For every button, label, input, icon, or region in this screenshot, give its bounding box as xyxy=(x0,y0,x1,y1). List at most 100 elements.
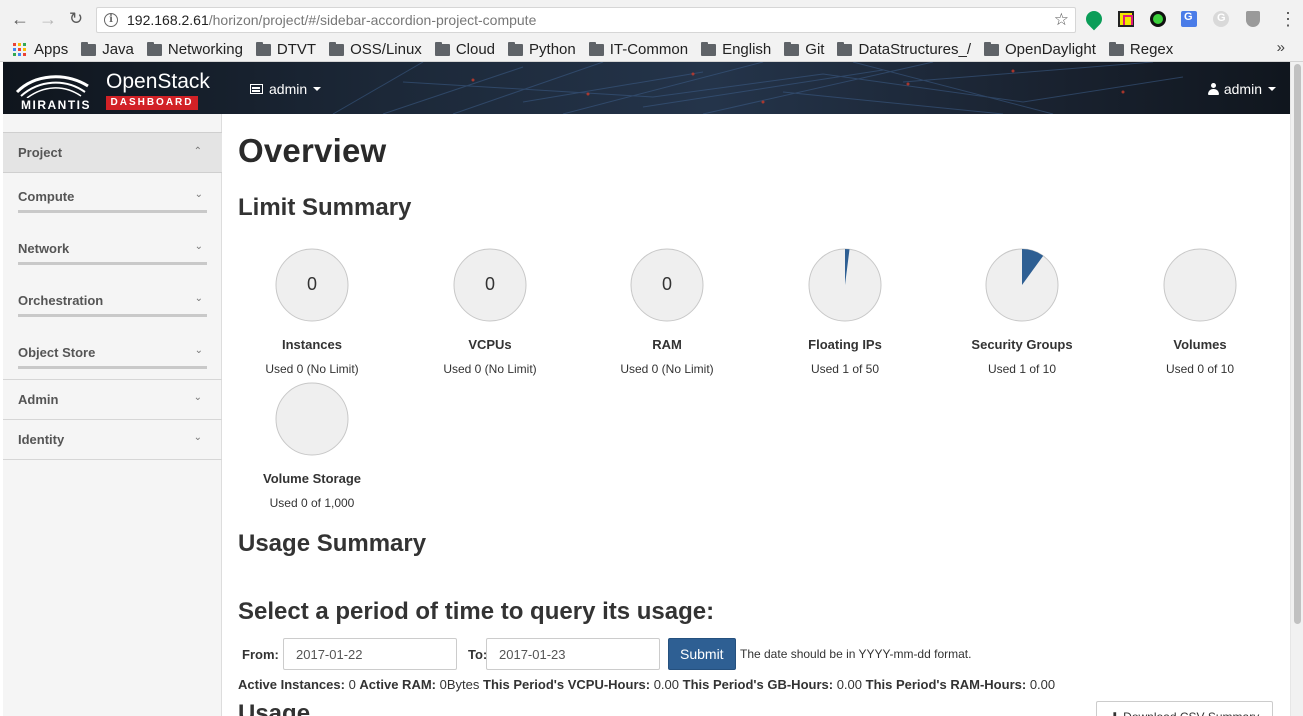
usage-heading: Usage xyxy=(238,700,311,716)
bookmark-folder[interactable]: English xyxy=(701,41,771,58)
pie-chart xyxy=(275,382,349,456)
sidebar-dashboard-admin[interactable]: Admin ⌄ xyxy=(3,380,222,420)
extension-pi-icon[interactable] xyxy=(1118,11,1134,27)
sidebar-item-object-store[interactable]: Object Store ⌄ xyxy=(18,344,207,372)
bookmarks-bar: Apps Java Networking DTVT OSS/Linux Clou… xyxy=(0,38,1303,62)
back-arrow-icon[interactable]: ← xyxy=(9,8,31,30)
pie-chart xyxy=(808,248,882,322)
sidebar-dashboard-project[interactable]: Project ⌃ xyxy=(3,132,222,173)
bookmark-folder[interactable]: Regex xyxy=(1108,41,1173,58)
pie-usage-text: Used 0 of 10 xyxy=(1165,362,1235,376)
bookmark-folder[interactable]: Python xyxy=(508,41,576,58)
extension-grammarly-icon[interactable] xyxy=(1213,11,1229,27)
user-menu-label: admin xyxy=(1223,81,1262,97)
download-csv-button[interactable]: ⬇ Download CSV Summary xyxy=(1096,701,1273,716)
project-list-icon xyxy=(250,84,263,94)
project-switcher[interactable]: admin xyxy=(250,81,322,97)
bookmark-folder[interactable]: IT-Common xyxy=(588,41,689,58)
stat-label: Active Instances: xyxy=(238,677,345,692)
sidebar-identity-label: Identity xyxy=(18,432,65,447)
from-date-input[interactable] xyxy=(283,638,457,670)
caret-down-icon xyxy=(313,87,322,91)
user-menu[interactable]: admin xyxy=(1207,81,1276,97)
sidebar-item-label: Network xyxy=(18,241,70,256)
sidebar-item-orchestration[interactable]: Orchestration ⌄ xyxy=(18,292,207,320)
bookmark-label: Git xyxy=(805,41,825,58)
sidebar-admin-label: Admin xyxy=(18,392,59,407)
sidebar-project-label: Project xyxy=(18,145,63,160)
bookmark-folder[interactable]: DTVT xyxy=(255,41,317,58)
bookmark-folder[interactable]: Java xyxy=(81,41,134,58)
stat-label: Active RAM: xyxy=(359,677,436,692)
scrollbar-thumb[interactable] xyxy=(1294,64,1301,624)
bookmark-label: DTVT xyxy=(276,41,317,58)
extension-shield-icon[interactable] xyxy=(1246,11,1260,27)
bookmark-star-icon[interactable]: ☆ xyxy=(1054,10,1069,30)
pie-chart-card: 0 RAM Used 0 (No Limit) xyxy=(587,248,747,376)
usage-stats: Active Instances: 0 Active RAM: 0Bytes T… xyxy=(238,677,1055,692)
stat-value: 0.00 xyxy=(1029,677,1056,692)
folder-icon xyxy=(434,41,450,56)
pie-title: Volume Storage xyxy=(262,471,361,486)
period-heading: Select a period of time to query its usa… xyxy=(238,598,715,625)
page-scrollbar[interactable] xyxy=(1290,62,1303,716)
folder-icon xyxy=(81,41,97,56)
sidebar-item-compute[interactable]: Compute ⌄ xyxy=(18,188,207,216)
bookmark-folder[interactable]: Cloud xyxy=(434,41,495,58)
url-host: 192.168.2.61 xyxy=(127,12,209,28)
sidebar-item-underline xyxy=(18,366,207,369)
bookmark-folder[interactable]: Networking xyxy=(146,41,243,58)
pie-chart-card: 0 VCPUs Used 0 (No Limit) xyxy=(410,248,570,376)
submit-button[interactable]: Submit xyxy=(668,638,736,670)
to-date-input[interactable] xyxy=(486,638,660,670)
pie-chart-card: Security Groups Used 1 of 10 xyxy=(942,248,1102,376)
bookmark-folder[interactable]: Git xyxy=(784,41,824,58)
bookmark-label: Apps xyxy=(34,41,69,58)
chevron-down-icon: ⌄ xyxy=(194,293,203,304)
sidebar-item-underline xyxy=(18,210,207,213)
sidebar-item-underline xyxy=(18,262,207,265)
pie-value-label: 0 xyxy=(661,274,672,294)
pie-chart-card: Floating IPs Used 1 of 50 xyxy=(765,248,925,376)
chevron-down-icon: ⌄ xyxy=(193,432,202,443)
mirantis-swoosh-icon xyxy=(15,75,89,98)
reload-icon[interactable]: ↻ xyxy=(65,8,87,30)
pie-title: Instances xyxy=(282,337,342,352)
chevron-down-icon: ⌄ xyxy=(193,392,202,403)
pie-chart-card: Volume Storage Used 0 of 1,000 xyxy=(232,382,392,510)
forward-arrow-icon[interactable]: → xyxy=(37,8,59,30)
extension-translate-icon[interactable] xyxy=(1181,11,1197,27)
bookmark-folder[interactable]: OSS/Linux xyxy=(329,41,422,58)
url-text: 192.168.2.61/horizon/project/#/sidebar-a… xyxy=(127,12,536,28)
extension-maps-icon[interactable] xyxy=(1082,7,1106,31)
bookmark-folder[interactable]: DataStructures_/ xyxy=(837,41,971,58)
sidebar-divider xyxy=(3,459,222,460)
sidebar-item-label: Compute xyxy=(18,189,75,204)
bookmark-apps[interactable]: Apps xyxy=(0,41,68,58)
brand-logo[interactable]: MIRANTIS OpenStack DASHBOARD xyxy=(13,68,210,112)
site-info-icon[interactable]: i xyxy=(104,13,118,27)
sidebar-dashboard-identity[interactable]: Identity ⌄ xyxy=(3,420,222,460)
usage-summary-heading: Usage Summary xyxy=(238,530,427,557)
pie-chart xyxy=(1163,248,1237,322)
folder-icon xyxy=(837,41,853,56)
extension-status-icon[interactable] xyxy=(1150,11,1166,27)
browser-menu-icon[interactable]: ⋮ xyxy=(1279,9,1297,29)
brand-vendor-text: MIRANTIS xyxy=(21,98,91,112)
limit-summary-heading: Limit Summary xyxy=(238,194,412,221)
bookmark-folder[interactable]: OpenDaylight xyxy=(984,41,1096,58)
page-title: Overview xyxy=(238,132,387,169)
bookmark-label: Python xyxy=(529,41,576,58)
folder-icon xyxy=(701,41,717,56)
bookmarks-overflow-icon[interactable]: » xyxy=(1277,39,1285,56)
address-bar[interactable]: i 192.168.2.61/horizon/project/#/sidebar… xyxy=(96,7,1076,33)
pie-chart xyxy=(985,248,1059,322)
sidebar-item-network[interactable]: Network ⌄ xyxy=(18,240,207,268)
bookmark-label: IT-Common xyxy=(609,41,689,58)
chevron-up-icon: ⌃ xyxy=(193,146,202,157)
folder-icon xyxy=(255,41,271,56)
to-label: To: xyxy=(468,647,488,662)
pie-chart-card: Volumes Used 0 of 10 xyxy=(1120,248,1280,376)
pie-background xyxy=(1163,248,1237,322)
chevron-down-icon: ⌄ xyxy=(194,345,203,356)
